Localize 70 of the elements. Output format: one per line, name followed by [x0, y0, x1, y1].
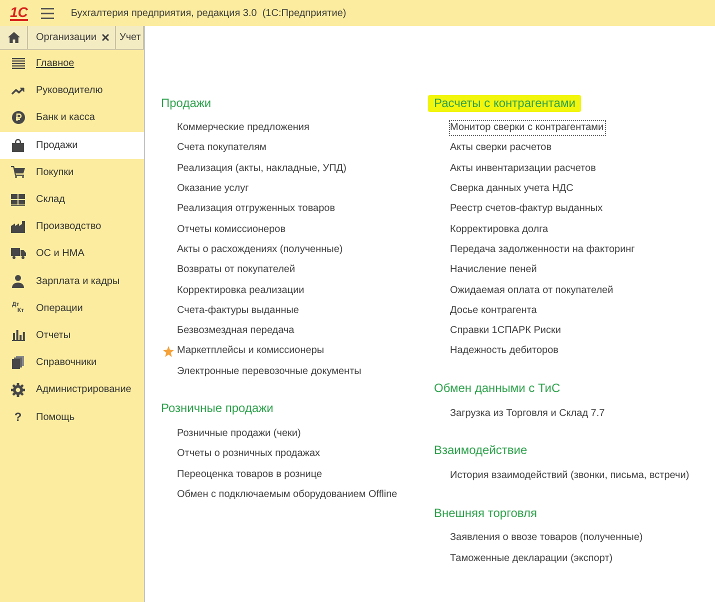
- menu-link[interactable]: Счета-фактуры выданные: [176, 302, 300, 319]
- menu-link[interactable]: Реализация (акты, накладные, УПД): [176, 160, 348, 177]
- shopping-cart-icon: [11, 166, 25, 178]
- bar-chart-icon: [12, 330, 24, 341]
- section-heading: Розничные продажи: [161, 400, 274, 418]
- menu-link[interactable]: Отчеты о розничных продажах: [176, 446, 322, 462]
- section-heading: Взаимодействие: [434, 442, 528, 460]
- menu-link[interactable]: Загрузка из Торговля и Склад 7.7: [449, 406, 606, 422]
- settings-icon: [11, 382, 25, 397]
- menu-link[interactable]: Справки 1СПАРК Риски: [449, 323, 562, 340]
- menu-link[interactable]: Монитор сверки с контрагентами: [449, 120, 606, 136]
- menu-link[interactable]: Заявления о ввозе товаров (полученные): [449, 530, 644, 546]
- menu-link[interactable]: Оказание услуг: [176, 181, 250, 198]
- menu-link[interactable]: Безвозмездная передача: [176, 323, 296, 340]
- sidebar-item[interactable]: Производство: [0, 213, 144, 240]
- close-icon: [102, 34, 110, 41]
- sidebar-item[interactable]: Отчеты: [0, 322, 144, 350]
- list-lines-icon: [12, 58, 24, 70]
- menu-link[interactable]: Реализация отгруженных товаров: [176, 201, 336, 218]
- app-logo: 1С: [10, 6, 28, 20]
- menu-link[interactable]: Таможенные декларации (экспорт): [449, 550, 614, 567]
- sidebar-item[interactable]: ОС и НМА: [0, 240, 144, 268]
- grid-blocks-icon: [11, 194, 25, 206]
- menu-link[interactable]: Счета покупателям: [176, 140, 268, 156]
- section-heading: Внешняя торговля: [434, 504, 537, 522]
- menu-link[interactable]: Начисление пеней: [449, 262, 538, 278]
- menu-link[interactable]: Обмен с подключаемым оборудованием Offline: [176, 486, 398, 503]
- menu-icon[interactable]: [40, 8, 54, 18]
- menu-link[interactable]: Коммерческие предложения: [176, 120, 310, 136]
- home-icon: [8, 32, 20, 43]
- factory-icon: [11, 220, 25, 233]
- section-heading: Продажи: [161, 94, 212, 112]
- menu-link[interactable]: Переоценка товаров в рознице: [176, 466, 324, 483]
- sidebar-item[interactable]: Руководителю: [0, 77, 144, 104]
- sidebar-item[interactable]: Покупки: [0, 158, 144, 186]
- section-heading: Обмен данными с ТиС: [434, 380, 560, 398]
- sidebar-item[interactable]: Продажи: [0, 132, 144, 159]
- sidebar-item[interactable]: Банк и касса: [0, 104, 144, 132]
- stacked-documents-icon: [12, 356, 24, 370]
- menu-link[interactable]: Акты инвентаризации расчетов: [449, 160, 597, 177]
- menu-link[interactable]: Передача задолженности на факторинг: [449, 242, 636, 258]
- menu-link[interactable]: История взаимодействий (звонки, письма, встречи): [449, 468, 690, 484]
- menu-link[interactable]: Надежность дебиторов: [449, 343, 560, 360]
- menu-link[interactable]: Акты о расхождениях (полученные): [176, 242, 344, 258]
- sidebar-item[interactable]: ? Помощь: [0, 403, 144, 431]
- menu-link[interactable]: Корректировка реализации: [176, 282, 306, 299]
- section-heading: Расчеты с контрагентами: [428, 94, 582, 112]
- sidebar-item[interactable]: Склад: [0, 186, 144, 214]
- shopping-bag-icon: [12, 138, 24, 152]
- menu-link[interactable]: Электронные перевозочные документы: [176, 364, 362, 380]
- menu-link[interactable]: Корректировка долга: [449, 222, 550, 238]
- menu-link[interactable]: Досье контрагента: [449, 302, 538, 319]
- ruble-coin-icon: [12, 111, 24, 124]
- trend-up-icon: [11, 86, 25, 95]
- person-icon: [12, 274, 24, 288]
- menu-link[interactable]: Реестр счетов-фактур выданных: [449, 201, 604, 218]
- menu-link[interactable]: Ожидаемая оплата от покупателей: [449, 282, 614, 299]
- help-icon: ?: [14, 411, 22, 424]
- sidebar-item[interactable]: Администрирование: [0, 376, 144, 404]
- sidebar-item[interactable]: Зарплата и кадры: [0, 268, 144, 295]
- sidebar-item[interactable]: Справочники: [0, 349, 144, 376]
- menu-link[interactable]: Сверка данных учета НДС: [449, 181, 574, 198]
- sidebar-item[interactable]: Главное: [0, 50, 144, 78]
- truck-icon: [10, 248, 26, 260]
- menu-link[interactable]: Возвраты от покупателей: [176, 262, 296, 278]
- menu-link[interactable]: Маркетплейсы и комиссионеры: [176, 343, 326, 360]
- menu-link[interactable]: Отчеты комиссионеров: [176, 222, 287, 238]
- window-title: Бухгалтерия предприятия, редакция 3.0 (1С:Предприятие): [70, 6, 346, 20]
- menu-link[interactable]: Акты сверки расчетов: [449, 140, 553, 156]
- menu-link[interactable]: Розничные продажи (чеки): [176, 426, 302, 442]
